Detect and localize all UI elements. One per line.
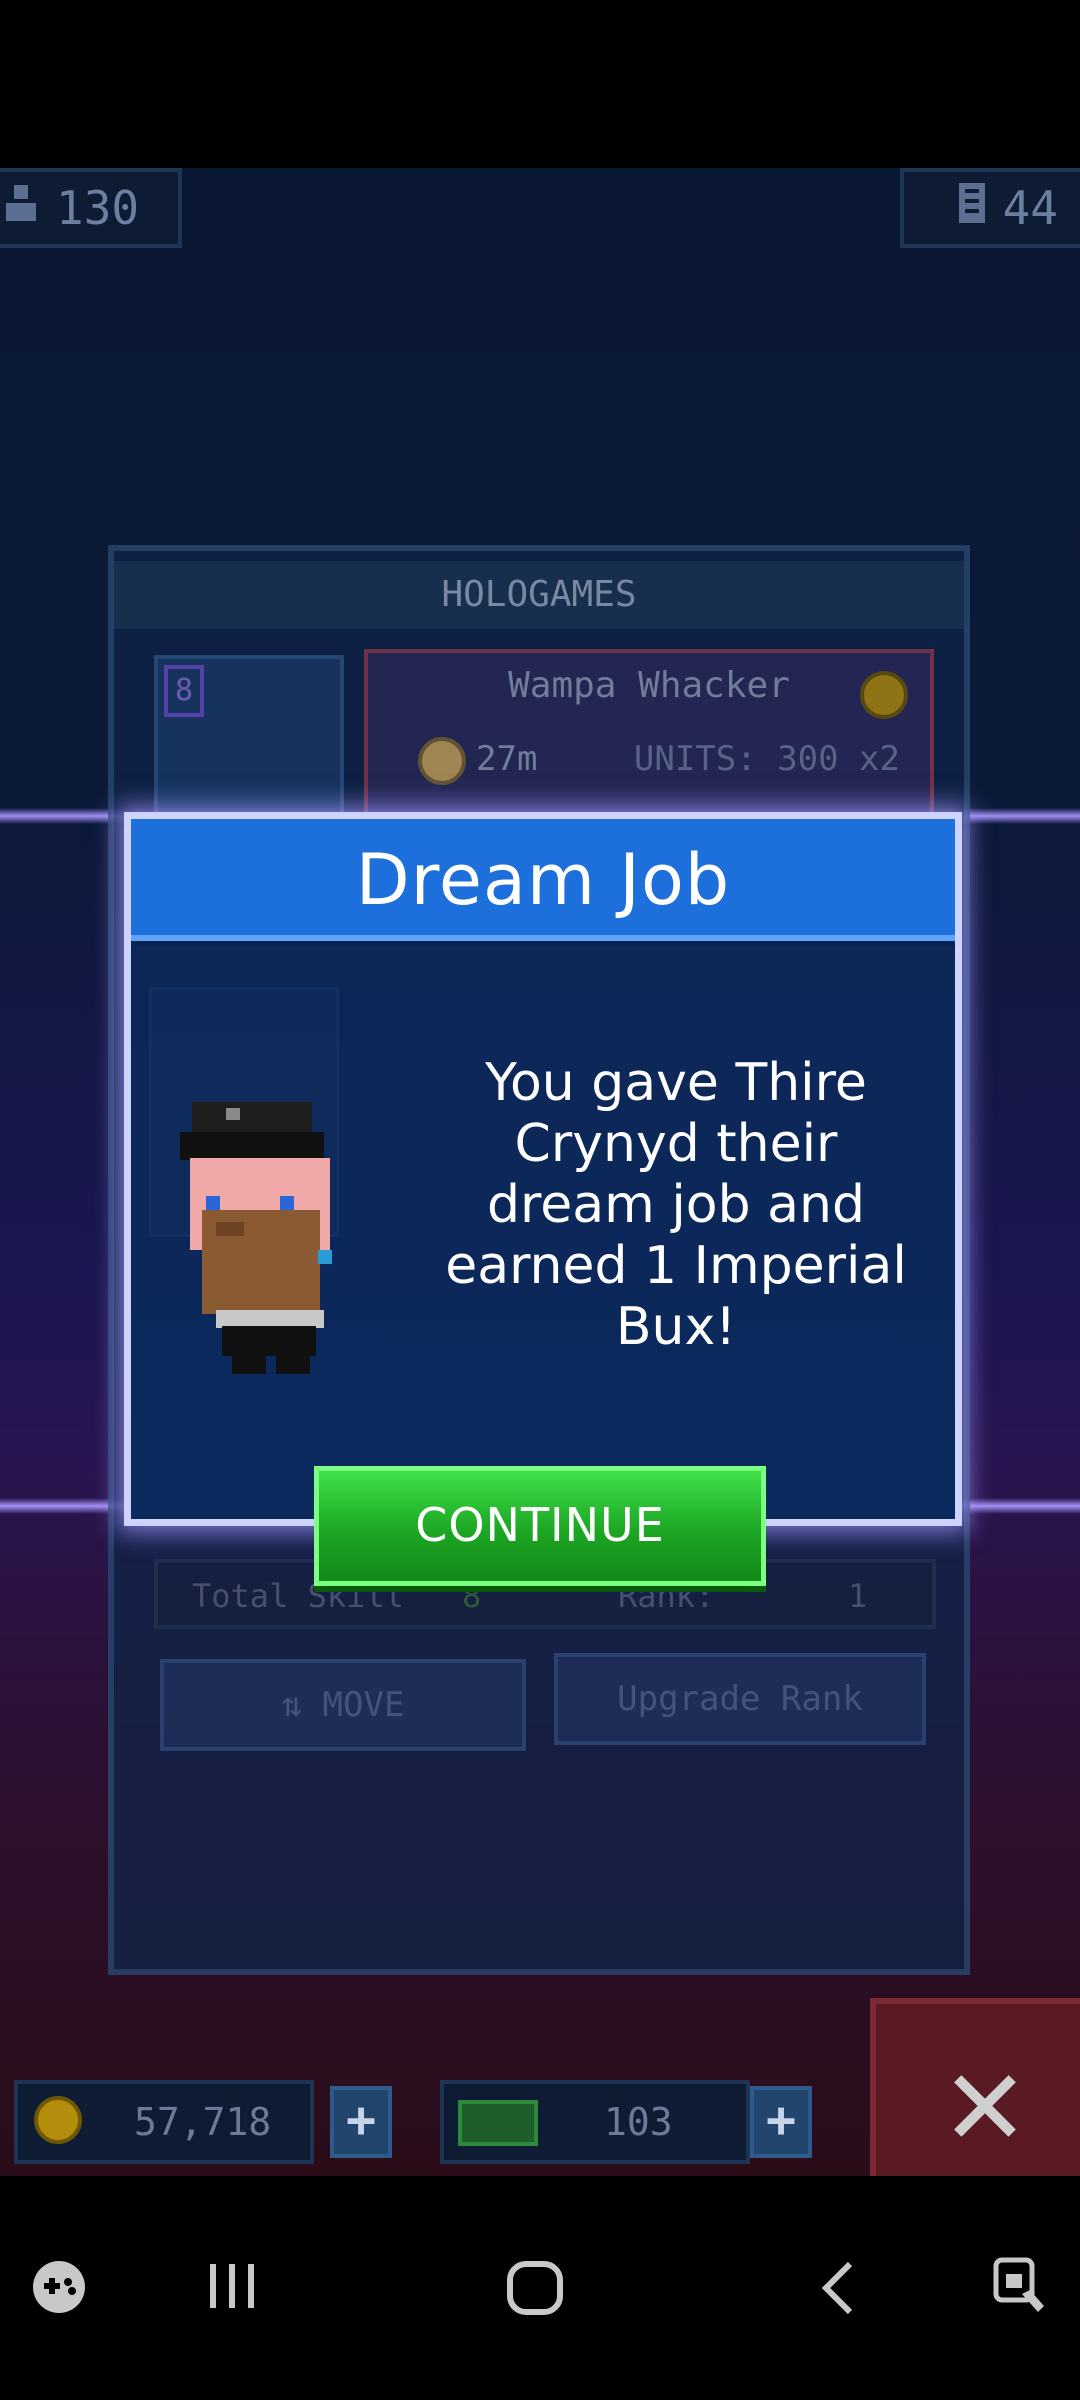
coin-icon bbox=[34, 2096, 82, 2144]
up-down-arrows-icon: ⇅ bbox=[281, 1685, 323, 1725]
dialog-title: Dream Job bbox=[355, 839, 731, 921]
job-card[interactable]: Wampa Whacker 27m UNITS: 300 x2 bbox=[364, 649, 934, 817]
recent-apps-icon[interactable] bbox=[206, 2260, 258, 2316]
move-label: MOVE bbox=[322, 1685, 405, 1725]
job-units: UNITS: 300 x2 bbox=[633, 739, 900, 779]
employee-card[interactable]: 8 bbox=[154, 655, 344, 835]
bux-icon bbox=[458, 2100, 538, 2146]
close-icon[interactable]: ✕ bbox=[870, 1998, 1080, 2176]
clock-icon bbox=[418, 737, 466, 785]
job-name: Wampa Whacker bbox=[508, 665, 790, 706]
buy-coins-button[interactable]: + bbox=[330, 2086, 392, 2158]
buy-bux-button[interactable]: + bbox=[750, 2086, 812, 2158]
population-counter[interactable]: 130 bbox=[0, 168, 182, 248]
accessibility-icon[interactable] bbox=[992, 2256, 1048, 2320]
dialog-message: You gave Thire Crynyd their dream job an… bbox=[445, 1053, 907, 1357]
floor-title: HOLOGAMES bbox=[114, 561, 964, 629]
move-button[interactable]: ⇅ MOVE bbox=[160, 1659, 526, 1751]
floors-value: 44 bbox=[1002, 181, 1058, 235]
person-icon bbox=[2, 183, 40, 233]
coins-bar: 57,718 bbox=[14, 2080, 314, 2164]
system-navigation-bar bbox=[0, 2176, 1080, 2400]
coins-value: 57,718 bbox=[134, 2100, 272, 2144]
home-icon[interactable] bbox=[506, 2260, 564, 2320]
upgrade-rank-button[interactable]: Upgrade Rank bbox=[554, 1653, 926, 1745]
floors-counter[interactable]: 44 bbox=[900, 168, 1080, 248]
bux-bar: 103 bbox=[440, 2080, 750, 2164]
continue-button[interactable]: CONTINUE bbox=[314, 1466, 766, 1586]
job-time: 27m bbox=[476, 739, 538, 779]
bux-value: 103 bbox=[604, 2100, 673, 2144]
employee-level-badge: 8 bbox=[164, 665, 204, 717]
coin-icon bbox=[860, 671, 908, 719]
building-icon bbox=[957, 181, 987, 235]
back-icon[interactable] bbox=[818, 2260, 858, 2320]
population-value: 130 bbox=[56, 181, 140, 235]
dialog-header: Dream Job bbox=[131, 819, 955, 941]
rank-value: 1 bbox=[848, 1577, 868, 1615]
character-sprite bbox=[176, 1102, 344, 1374]
